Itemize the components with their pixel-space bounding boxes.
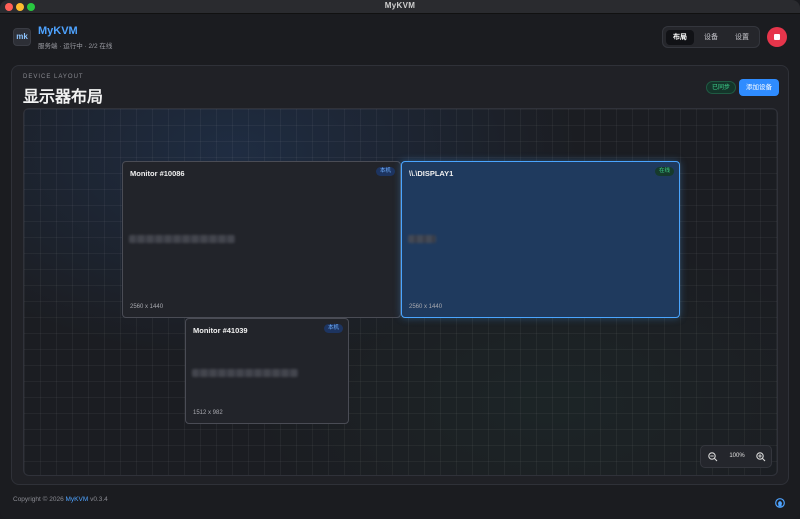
monitor-name: Monitor #41039: [193, 326, 248, 335]
tab-devices[interactable]: 设备: [697, 30, 725, 45]
monitor-badge: 本机: [375, 167, 395, 176]
layout-canvas[interactable]: Monitor #10086 本机 2560 x 1440 \\.\DISPLA…: [23, 108, 778, 476]
section-eyebrow: DEVICE LAYOUT: [23, 74, 84, 80]
monitor-badge: 在线: [654, 167, 674, 176]
footer: Copyright © 2026 MyKVM v0.3.4: [13, 496, 108, 503]
main-tabs: 布局 设备 设置: [662, 26, 760, 48]
zoom-level: 100%: [729, 453, 745, 459]
zoom-out-icon: [708, 452, 718, 462]
footer-brand-link[interactable]: MyKVM: [66, 496, 89, 503]
tab-layout[interactable]: 布局: [666, 30, 694, 45]
monitor-card[interactable]: Monitor #41039 本机 1512 x 982: [185, 318, 349, 424]
stop-icon: [774, 34, 780, 40]
app-logo: mk: [13, 28, 31, 46]
add-device-button[interactable]: 添加设备: [739, 79, 779, 96]
zoom-in-button[interactable]: [755, 451, 767, 463]
monitor-name: \\.\DISPLAY1: [409, 169, 454, 178]
monitor-card-selected[interactable]: \\.\DISPLAY1 在线 2560 x 1440: [401, 161, 680, 318]
monitor-name: Monitor #10086: [130, 169, 185, 178]
copyright-text: Copyright © 2026: [13, 496, 64, 503]
stop-server-button[interactable]: [767, 27, 787, 47]
page-title: 显示器布局: [23, 89, 104, 106]
monitor-resolution: 2560 x 1440: [130, 304, 164, 310]
zoom-in-icon: [756, 452, 766, 462]
zoom-control: 100%: [700, 445, 772, 468]
sync-status-badge: 已同步: [706, 81, 737, 94]
monitor-card[interactable]: Monitor #10086 本机 2560 x 1440: [122, 161, 401, 318]
monitor-redacted-info: [192, 369, 298, 377]
version-text: v0.3.4: [90, 496, 108, 503]
title-bar: MyKVM: [0, 0, 800, 14]
monitor-badge: 本机: [323, 324, 343, 333]
monitor-resolution: 1512 x 982: [193, 410, 223, 416]
monitor-redacted-info: [408, 235, 436, 243]
app-window: MyKVM mk MyKVM 服务端 · 运行中 · 2/2 在线 布局 设备 …: [0, 0, 800, 519]
app-name: MyKVM: [38, 25, 78, 37]
layout-panel: DEVICE LAYOUT 显示器布局 已同步 添加设备 Monitor #10…: [11, 65, 789, 485]
zoom-out-button[interactable]: [707, 451, 719, 463]
monitor-redacted-info: [129, 235, 235, 243]
github-icon: [775, 498, 785, 508]
tab-settings[interactable]: 设置: [728, 30, 756, 45]
github-link[interactable]: [775, 495, 785, 508]
monitor-resolution: 2560 x 1440: [409, 304, 443, 310]
server-status: 服务端 · 运行中 · 2/2 在线: [38, 43, 113, 50]
app-header: mk MyKVM 服务端 · 运行中 · 2/2 在线 布局 设备 设置: [0, 14, 800, 60]
window-title: MyKVM: [384, 1, 416, 10]
